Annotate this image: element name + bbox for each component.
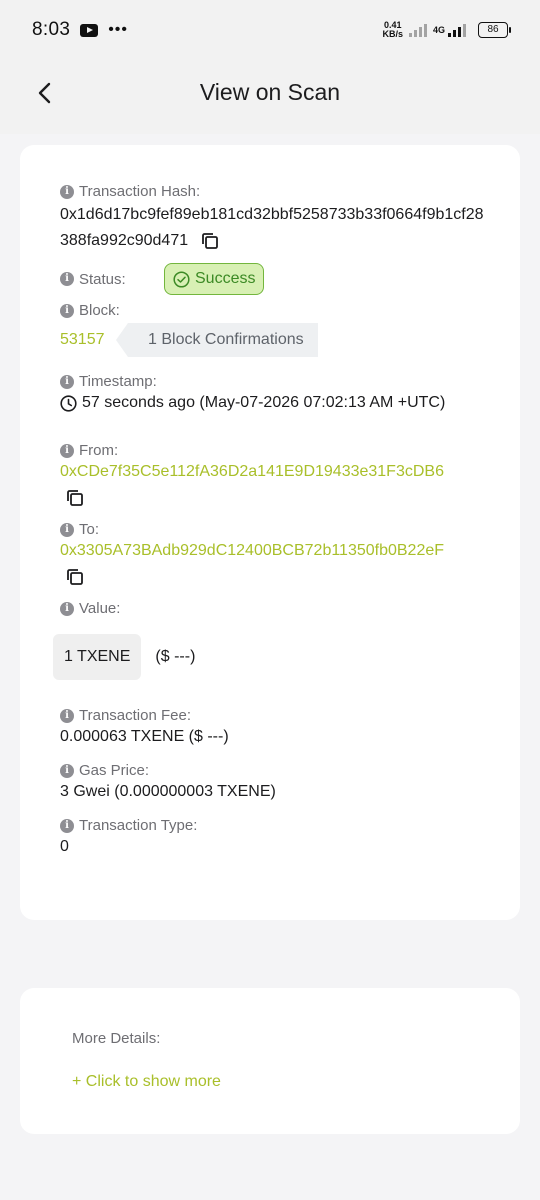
value-label: Value: (79, 600, 121, 617)
to-label-row: i To: (60, 521, 480, 538)
info-icon: i (60, 374, 74, 389)
fee-label-row: i Transaction Fee: (60, 707, 480, 724)
info-icon: i (60, 708, 74, 723)
type-label: Transaction Type: (79, 817, 198, 834)
status-bar: 8:03 ••• 0.41 KB/s 4G 86 (0, 0, 540, 60)
to-label: To: (79, 521, 100, 538)
status-value: Success (195, 270, 256, 287)
timestamp-value: 57 seconds ago (May-07-2026 07:02:13 AM … (82, 394, 446, 411)
check-circle-icon (173, 270, 190, 288)
copy-hash-icon[interactable] (199, 230, 221, 252)
to-address-link[interactable]: 0x3305A73BAdb929dC12400BCB72b11350fb0B22… (60, 538, 480, 564)
show-more-link[interactable]: + Click to show more (72, 1073, 468, 1091)
wifi-signal-icon (408, 23, 427, 37)
block-row: 53157 1 Block Confirmations (60, 323, 480, 357)
type-label-row: i Transaction Type: (60, 817, 480, 834)
network-speed-unit: KB/s (382, 29, 403, 39)
copy-to-icon[interactable] (64, 566, 86, 588)
info-icon: i (60, 443, 74, 458)
cell-signal-icon (448, 23, 466, 37)
timestamp-label-row: i Timestamp: (60, 373, 480, 390)
hash-value[interactable]: 0x1d6d17bc9fef89eb181cd32bbf5258733b33f0… (60, 206, 484, 249)
status-row: i Status: Success (60, 262, 480, 296)
value-row: 1 TXENE ($ ---) (53, 634, 480, 680)
value-label-row: i Value: (60, 600, 480, 617)
gas-value: 3 Gwei (0.000000003 TXENE) (60, 783, 276, 800)
block-confirmations: 1 Block Confirmations (116, 323, 318, 357)
timestamp-row: 57 seconds ago (May-07-2026 07:02:13 AM … (60, 390, 480, 416)
copy-from-icon[interactable] (64, 487, 86, 509)
timestamp-label: Timestamp: (79, 373, 157, 390)
clock-icon (60, 394, 77, 412)
info-icon: i (60, 303, 74, 318)
from-label: From: (79, 442, 119, 459)
info-icon: i (60, 818, 74, 833)
more-notifications-icon: ••• (108, 21, 128, 38)
value-amount: 1 TXENE (53, 634, 142, 680)
hash-label-row: i Transaction Hash: (60, 183, 480, 200)
info-icon: i (60, 763, 74, 778)
value-usd: ($ ---) (155, 648, 196, 665)
info-icon: i (60, 522, 74, 537)
block-label-row: i Block: (60, 302, 480, 319)
network-type: 4G (432, 25, 445, 35)
hash-label: Transaction Hash: (79, 183, 201, 200)
chevron-left-icon (38, 82, 51, 104)
network-speed: 0.41 KB/s (382, 21, 403, 39)
info-icon: i (60, 601, 74, 616)
page-title: View on Scan (199, 78, 341, 105)
status-badge: Success (164, 263, 265, 295)
app-header: View on Scan (0, 60, 540, 134)
gas-label: Gas Price: (79, 762, 150, 779)
battery-icon: 86 (478, 22, 511, 38)
status-label: Status: (79, 270, 126, 288)
status-label-row: i Status: (60, 271, 164, 288)
fee-label: Transaction Fee: (79, 707, 191, 724)
from-label-row: i From: (60, 442, 480, 459)
type-value: 0 (60, 838, 69, 855)
youtube-icon (80, 23, 99, 37)
status-time: 8:03 (32, 19, 71, 40)
transaction-details-card: i Transaction Hash: 0x1d6d17bc9fef89eb18… (20, 145, 520, 920)
hash-value-block: 0x1d6d17bc9fef89eb181cd32bbf5258733b33f0… (60, 202, 490, 254)
more-details-card: More Details: + Click to show more (20, 988, 520, 1134)
status-indicators: 0.41 KB/s 4G 86 (382, 21, 511, 39)
info-icon: i (60, 184, 74, 199)
info-icon: i (60, 272, 74, 286)
back-button[interactable] (28, 76, 62, 110)
fee-value: 0.000063 TXENE ($ ---) (60, 728, 229, 745)
more-details-label: More Details: (72, 1030, 161, 1047)
block-label: Block: (79, 302, 120, 319)
from-address-link[interactable]: 0xCDe7f35C5e112fA36D2a141E9D19433e31F3cD… (60, 459, 480, 485)
gas-label-row: i Gas Price: (60, 762, 480, 779)
